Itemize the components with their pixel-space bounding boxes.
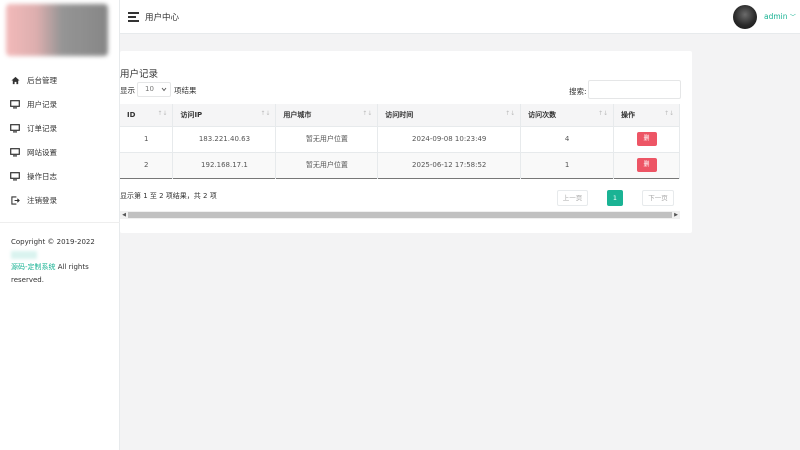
length-label: 显示 <box>120 86 135 95</box>
monitor-icon <box>10 123 20 133</box>
cell-action: 删 <box>613 125 680 152</box>
user-records-card: 用户记录 显示 10 项结果 搜索: ID ↑↓ 访问IP ↑↓ 用户城市 ↑↓ 访问… <box>120 51 692 233</box>
logo <box>6 4 108 56</box>
column-header-city[interactable]: 用户城市 ↑↓ <box>275 104 379 126</box>
home-icon <box>10 75 20 85</box>
copyright: Copyright © 2019-2022 源码-定制系统 All rights… <box>11 236 111 286</box>
cell-id: 1 <box>120 125 174 152</box>
scrollbar-thumb[interactable] <box>128 212 672 218</box>
sidebar-item-site-settings[interactable]: 网站设置 <box>0 140 120 164</box>
sidebar-divider <box>0 222 120 223</box>
cell-action: 删 <box>613 151 680 178</box>
horizontal-scrollbar[interactable]: ◀ ▶ <box>120 211 680 219</box>
sort-icon: ↑↓ <box>505 110 516 117</box>
table-row: 2 192.168.17.1 暂无用户位置 2025-06-12 17:58:5… <box>120 151 680 178</box>
sidebar-item-order-records[interactable]: 订单记录 <box>0 116 120 140</box>
menu-toggle-icon[interactable] <box>128 12 139 22</box>
next-page-button[interactable]: 下一页 <box>642 190 674 206</box>
cell-ip: 192.168.17.1 <box>172 151 277 178</box>
table-header-row: ID ↑↓ 访问IP ↑↓ 用户城市 ↑↓ 访问时间 ↑↓ 访问次数 ↑↓ 操作 ↑↓ <box>120 104 680 126</box>
sidebar-item-label: 后台管理 <box>27 75 57 85</box>
cell-count: 4 <box>520 125 615 152</box>
delete-button[interactable]: 删 <box>636 158 657 172</box>
user-name: admin <box>764 12 788 21</box>
chevron-down-icon <box>161 83 167 101</box>
sidebar-item-user-records[interactable]: 用户记录 <box>0 92 120 116</box>
sidebar-item-operation-log[interactable]: 操作日志 <box>0 164 120 188</box>
sort-icon: ↑↓ <box>157 110 168 117</box>
topbar: 用户中心 admin ﹀ <box>120 0 800 34</box>
sort-icon: ↑↓ <box>362 110 373 117</box>
table-info: 显示第 1 至 2 项结果，共 2 项 <box>120 192 217 200</box>
sidebar-item-label: 订单记录 <box>27 123 57 133</box>
column-header-ip[interactable]: 访问IP ↑↓ <box>172 104 277 126</box>
scroll-right-icon[interactable]: ▶ <box>672 211 680 219</box>
page-length-select[interactable]: 10 <box>137 82 171 97</box>
cell-count: 1 <box>520 151 615 178</box>
length-suffix: 项结果 <box>174 86 197 95</box>
page-1-button[interactable]: 1 <box>607 190 623 206</box>
chevron-down-icon: ﹀ <box>789 14 796 21</box>
search-label: 搜索: <box>569 87 587 96</box>
sidebar-item-label: 注销登录 <box>27 195 57 205</box>
sort-icon: ↑↓ <box>663 110 674 117</box>
sidebar-item-label: 操作日志 <box>27 171 57 181</box>
sort-icon: ↑↓ <box>260 110 271 117</box>
table-row: 1 183.221.40.63 暂无用户位置 2024-09-08 10:23:… <box>120 125 680 152</box>
monitor-icon <box>10 99 20 109</box>
monitor-icon <box>10 147 20 157</box>
scroll-left-icon[interactable]: ◀ <box>120 211 128 219</box>
sidebar-menu: 后台管理 用户记录 订单记录 网站设置 操作日志 注销登录 <box>0 68 120 212</box>
cell-city: 暂无用户位置 <box>275 125 379 152</box>
blurred-text <box>11 250 37 259</box>
sidebar-item-dashboard[interactable]: 后台管理 <box>0 68 120 92</box>
cell-time: 2024-09-08 10:23:49 <box>377 125 522 152</box>
column-header-id[interactable]: ID ↑↓ <box>120 104 174 126</box>
column-header-action[interactable]: 操作 ↑↓ <box>613 104 680 126</box>
sidebar-item-logout[interactable]: 注销登录 <box>0 188 120 212</box>
cell-ip: 183.221.40.63 <box>172 125 277 152</box>
delete-button[interactable]: 删 <box>636 132 657 146</box>
column-header-count[interactable]: 访问次数 ↑↓ <box>520 104 615 126</box>
copyright-brand-link[interactable]: 源码-定制系统 <box>11 263 56 271</box>
column-header-time[interactable]: 访问时间 ↑↓ <box>377 104 522 126</box>
user-menu[interactable]: admin ﹀ <box>764 12 796 21</box>
cell-id: 2 <box>120 151 174 178</box>
page-title: 用户中心 <box>145 13 180 23</box>
page-length-value: 10 <box>145 85 154 93</box>
prev-page-button[interactable]: 上一页 <box>557 190 588 206</box>
avatar[interactable] <box>733 5 757 29</box>
card-title: 用户记录 <box>120 69 159 80</box>
copyright-prefix: Copyright © 2019-2022 <box>11 238 95 246</box>
cell-time: 2025-06-12 17:58:52 <box>377 151 522 178</box>
logout-icon <box>10 195 20 205</box>
search-input[interactable] <box>588 80 681 99</box>
cell-city: 暂无用户位置 <box>275 151 379 178</box>
sidebar: 后台管理 用户记录 订单记录 网站设置 操作日志 注销登录 Copyright … <box>0 0 120 450</box>
sidebar-item-label: 网站设置 <box>27 147 57 157</box>
records-table: ID ↑↓ 访问IP ↑↓ 用户城市 ↑↓ 访问时间 ↑↓ 访问次数 ↑↓ 操作 ↑↓ 1 … <box>120 104 680 179</box>
sort-icon: ↑↓ <box>597 110 609 117</box>
monitor-icon <box>10 171 20 181</box>
sidebar-item-label: 用户记录 <box>27 99 57 109</box>
